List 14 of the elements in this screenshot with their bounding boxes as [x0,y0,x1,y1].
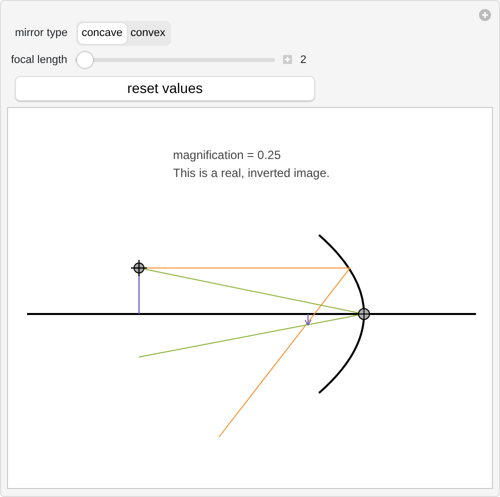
mirror-type-option[interactable]: concave [78,23,127,44]
reset-values-button[interactable]: reset values [15,76,315,101]
locator-handle[interactable] [130,259,148,277]
mirror-type-label: mirror type [15,26,68,41]
magnification-text: magnification = 0.25 [173,148,281,162]
image-description: This is a real, inverted image. [173,166,330,180]
mirror-type-option[interactable]: convex [126,23,170,44]
add-icon[interactable] [479,9,491,21]
focal-length-value: 2 [300,52,306,68]
slider-thumb[interactable] [77,52,94,68]
locator-handle[interactable] [358,308,370,320]
image-arrow [304,314,312,326]
focal-length-label: focal length [11,52,68,68]
plus-icon[interactable] [283,55,292,64]
